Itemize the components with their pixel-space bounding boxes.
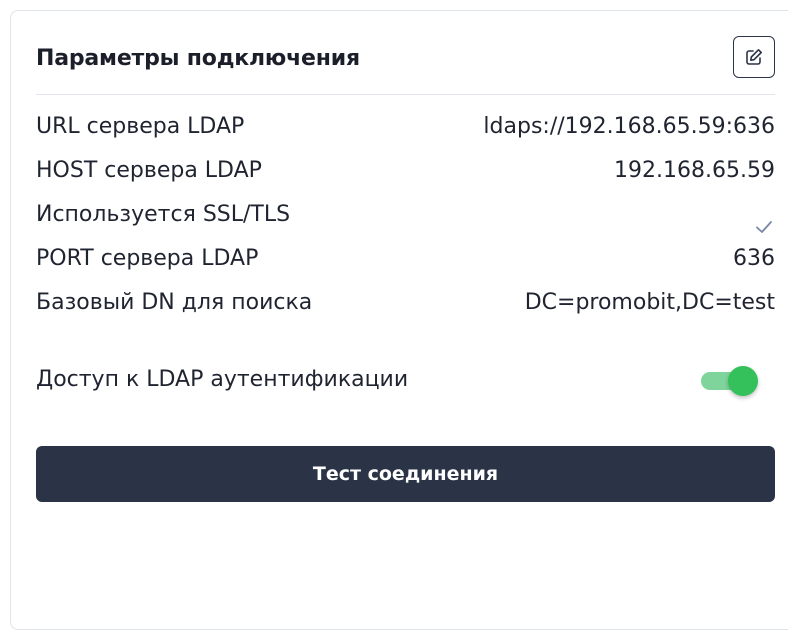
field-label: Базовый DN для поиска (36, 290, 313, 315)
field-row-port: PORT сервера LDAP 636 (36, 237, 775, 281)
edit-icon (744, 47, 764, 67)
connection-fields: URL сервера LDAP ldaps://192.168.65.59:6… (36, 105, 775, 325)
field-label: PORT сервера LDAP (36, 246, 259, 271)
test-connection-button[interactable]: Тест соединения (36, 446, 775, 502)
field-value: 192.168.65.59 (614, 158, 775, 183)
check-icon (755, 207, 773, 233)
ldap-auth-row: Доступ к LDAP аутентификации (36, 358, 775, 402)
field-row-host: HOST сервера LDAP 192.168.65.59 (36, 149, 775, 193)
field-row-ssl: Используется SSL/TLS (36, 193, 775, 237)
edit-button[interactable] (733, 36, 775, 78)
field-label: Используется SSL/TLS (36, 202, 291, 227)
ldap-auth-toggle[interactable] (701, 366, 759, 396)
card-title: Параметры подключения (36, 46, 360, 71)
field-label: HOST сервера LDAP (36, 158, 262, 183)
card-header: Параметры подключения (36, 36, 775, 95)
ldap-auth-label: Доступ к LDAP аутентификации (36, 367, 409, 392)
field-value: 636 (733, 246, 775, 271)
field-value: ldaps://192.168.65.59:636 (483, 114, 775, 139)
field-row-url: URL сервера LDAP ldaps://192.168.65.59:6… (36, 105, 775, 149)
toggle-knob (728, 366, 758, 396)
field-label: URL сервера LDAP (36, 114, 245, 139)
field-value: DC=promobit,DC=test (524, 290, 775, 315)
field-row-base-dn: Базовый DN для поиска DC=promobit,DC=tes… (36, 281, 775, 325)
